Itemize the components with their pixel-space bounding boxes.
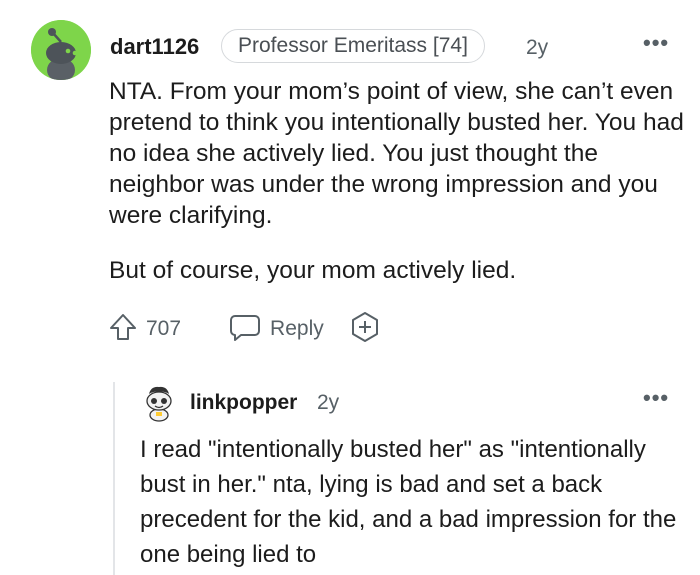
more-icon[interactable]: •••	[643, 30, 669, 56]
snoo-avatar-icon	[31, 20, 91, 80]
snoo-avatar-icon	[146, 386, 172, 422]
comment-paragraph: But of course, your mom actively lied.	[109, 257, 517, 284]
avatar[interactable]	[141, 384, 177, 422]
reply-age: 2y	[317, 391, 340, 414]
comment: dart1126 Professor Emeritass [74] 2y •••…	[0, 0, 700, 575]
comment-age: 2y	[526, 36, 549, 59]
comment-paragraph: NTA. From your mom’s point of view, she …	[109, 78, 684, 229]
reply-icon	[229, 312, 261, 347]
upvote-icon[interactable]	[108, 312, 138, 347]
award-plus-icon	[349, 311, 381, 348]
more-icon[interactable]: •••	[643, 385, 669, 411]
reply-text: I read "intentionally busted her" as "in…	[140, 436, 677, 568]
comment-actions: 707 Reply	[108, 311, 381, 348]
reply-author[interactable]: linkpopper	[190, 391, 297, 415]
user-flair: Professor Emeritass [74]	[221, 29, 485, 63]
vote-count: 707	[146, 317, 182, 340]
comment-author[interactable]: dart1126	[110, 34, 199, 60]
award-button[interactable]	[349, 311, 381, 348]
avatar[interactable]	[31, 20, 91, 80]
reply-button[interactable]: Reply	[229, 312, 324, 347]
vote-control: 707	[108, 312, 181, 347]
reply-label: Reply	[270, 317, 324, 340]
thread-line[interactable]	[113, 382, 115, 575]
